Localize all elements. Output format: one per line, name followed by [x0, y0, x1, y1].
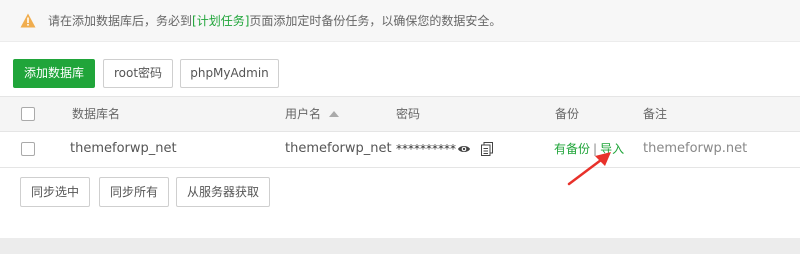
db-name-cell: themeforwp_net [70, 141, 177, 156]
header-remark: 备注 [643, 107, 668, 121]
table-header: 数据库名 用户名 密码 备份 备注 [0, 96, 800, 132]
sort-asc-icon[interactable] [329, 111, 340, 117]
add-database-button[interactable]: 添加数据库 [13, 59, 95, 88]
header-username-label: 用户名 [285, 107, 322, 121]
select-all-checkbox[interactable] [21, 107, 35, 121]
warning-icon [20, 13, 36, 28]
root-password-button[interactable]: root密码 [103, 59, 173, 88]
annotation-arrow-icon [567, 152, 611, 186]
username-cell: themeforwp_net [285, 141, 392, 156]
notice-bar: 请在添加数据库后，务必到[计划任务]页面添加定时备份任务，以确保您的数据安全。 [0, 0, 800, 42]
remark-cell[interactable]: themeforwp.net [643, 132, 747, 166]
notice-text-before: 请在添加数据库后，务必到 [48, 14, 193, 28]
scheduled-tasks-link[interactable]: [计划任务] [192, 14, 249, 28]
header-password: 密码 [396, 107, 421, 121]
copy-icon[interactable] [481, 142, 493, 156]
header-backup: 备份 [555, 107, 580, 121]
notice-text-after: 页面添加定时备份任务，以确保您的数据安全。 [249, 14, 502, 28]
row-checkbox[interactable] [21, 142, 35, 156]
sync-all-button[interactable]: 同步所有 [99, 177, 169, 207]
footer-strip [0, 238, 800, 254]
header-db-name: 数据库名 [72, 107, 121, 121]
password-cell: ********** [396, 142, 456, 156]
sync-selected-button[interactable]: 同步选中 [20, 177, 90, 207]
eye-icon[interactable] [457, 143, 471, 155]
notice-text: 请在添加数据库后，务必到[计划任务]页面添加定时备份任务，以确保您的数据安全。 [48, 13, 501, 29]
fetch-from-server-button[interactable]: 从服务器获取 [176, 177, 270, 207]
phpmyadmin-button[interactable]: phpMyAdmin [180, 59, 279, 88]
table-row: themeforwp_net themeforwp_net **********… [0, 132, 800, 168]
header-username[interactable]: 用户名 [285, 97, 340, 131]
